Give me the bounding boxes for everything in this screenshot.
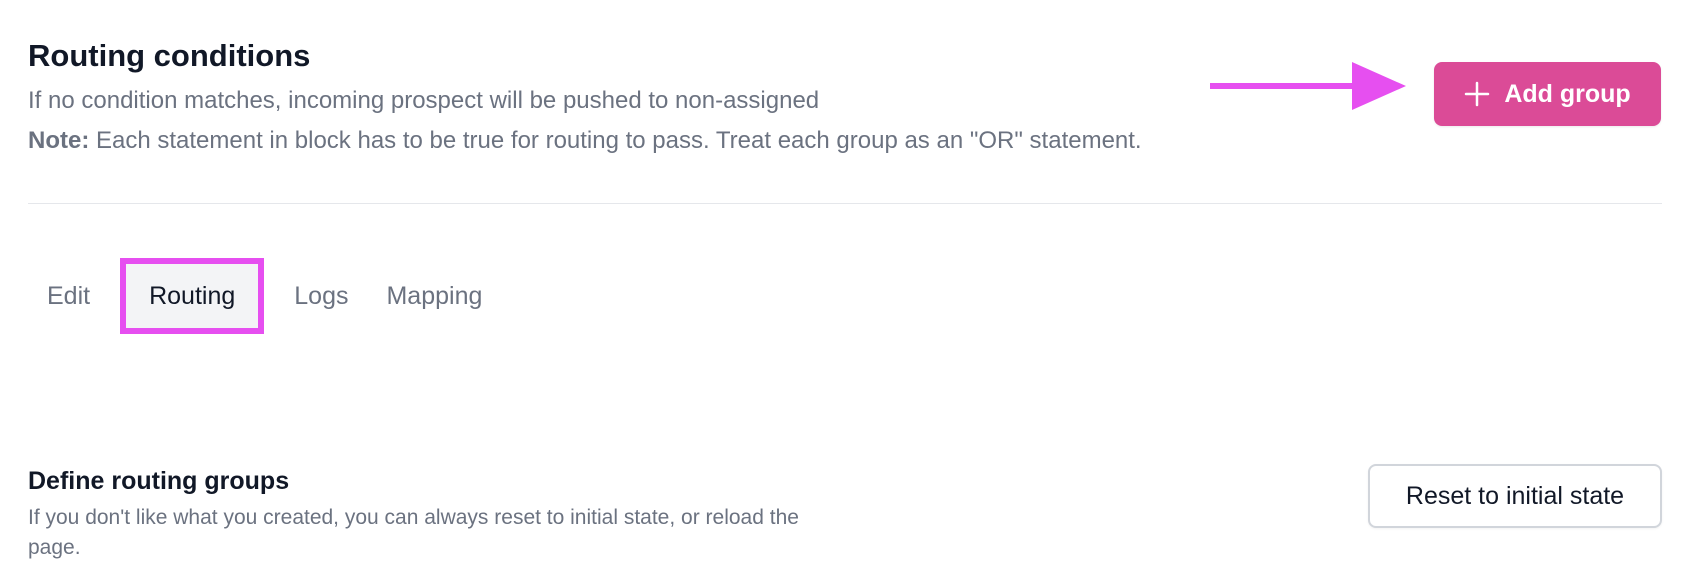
- tab-mapping[interactable]: Mapping: [367, 268, 501, 324]
- tab-edit[interactable]: Edit: [28, 268, 109, 324]
- routing-groups-description: If you don't like what you created, you …: [28, 506, 799, 559]
- note-label: Note:: [28, 127, 90, 154]
- tab-routing[interactable]: Routing: [120, 258, 265, 334]
- page-title: Routing conditions: [28, 38, 311, 73]
- reset-button[interactable]: Reset to initial state: [1368, 464, 1662, 528]
- routing-page: Routing conditions If no condition match…: [0, 0, 1690, 574]
- plus-icon: [1465, 81, 1490, 107]
- tab-bar: Edit Routing Logs Mapping: [28, 258, 501, 334]
- tab-logs[interactable]: Logs: [275, 268, 367, 324]
- add-group-button[interactable]: Add group: [1434, 62, 1661, 126]
- note-text: Each statement in block has to be true f…: [89, 127, 1142, 154]
- section-divider: [28, 203, 1662, 204]
- page-subtitle: If no condition matches, incoming prospe…: [28, 87, 820, 114]
- routing-groups-title: Define routing groups: [28, 467, 290, 495]
- annotation-arrow-icon: [1210, 62, 1406, 110]
- add-group-label: Add group: [1504, 79, 1631, 108]
- routing-note: Note: Each statement in block has to be …: [28, 126, 1142, 156]
